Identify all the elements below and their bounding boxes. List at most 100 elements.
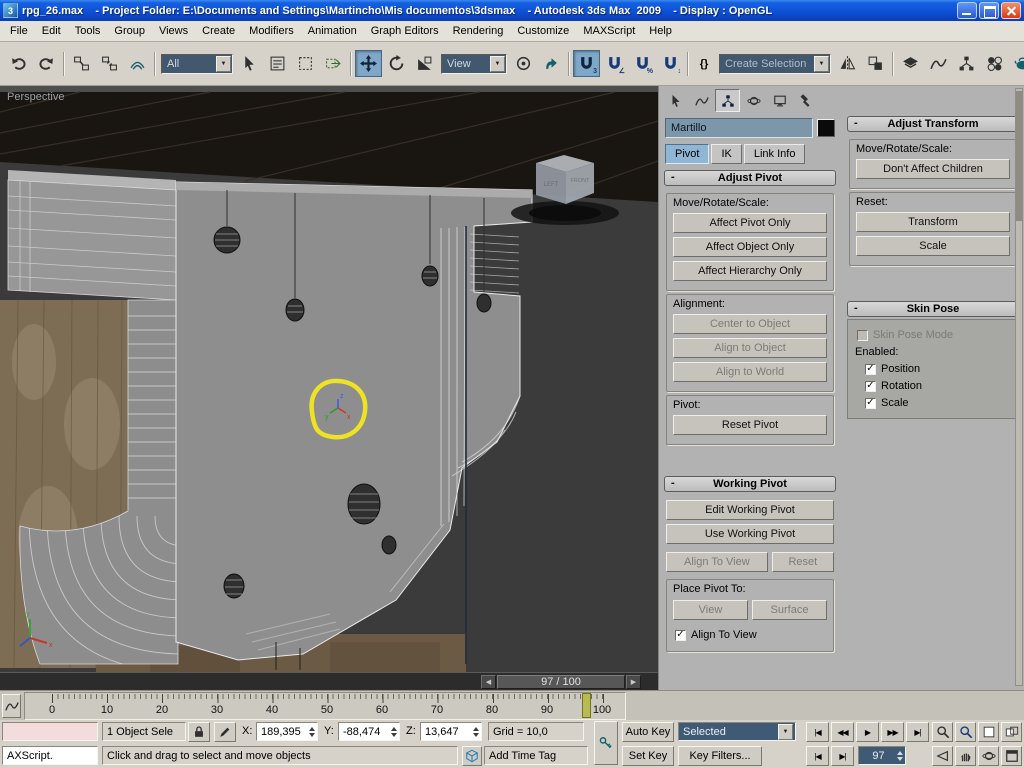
- motion-tab-icon[interactable]: [741, 89, 766, 112]
- render-setup-icon[interactable]: [1009, 50, 1024, 77]
- menu-views[interactable]: Views: [152, 23, 195, 39]
- z-coordinate-field[interactable]: 13,647: [420, 722, 482, 741]
- menu-graph-editors[interactable]: Graph Editors: [364, 23, 446, 39]
- undo-icon[interactable]: [5, 50, 32, 77]
- named-selection-set-combo[interactable]: Create Selection Set ▼: [719, 53, 831, 74]
- align-to-world-button[interactable]: Align to World: [673, 362, 827, 382]
- pan-icon[interactable]: [955, 746, 976, 766]
- macro-recorder-field[interactable]: [2, 722, 98, 741]
- use-pivot-point-center-icon[interactable]: [510, 50, 537, 77]
- reset-button[interactable]: Reset: [771, 552, 834, 572]
- y-coordinate-field[interactable]: -88,474: [338, 722, 400, 741]
- menu-group[interactable]: Group: [107, 23, 152, 39]
- edit-working-pivot-button[interactable]: Edit Working Pivot: [666, 500, 834, 520]
- select-by-name-icon[interactable]: [264, 50, 291, 77]
- open-mini-curve-editor-button[interactable]: [2, 694, 21, 718]
- display-tab-icon[interactable]: [767, 89, 792, 112]
- position-checkbox[interactable]: ✓: [865, 363, 876, 375]
- layer-manager-icon[interactable]: [897, 50, 924, 77]
- selection-filter-dropdown[interactable]: All ▼: [161, 53, 233, 74]
- zoom-all-icon[interactable]: [955, 722, 976, 742]
- menu-maxscript[interactable]: MAXScript: [576, 23, 642, 39]
- rectangular-selection-region-icon[interactable]: [292, 50, 319, 77]
- maximize-viewport-icon[interactable]: [1001, 746, 1022, 766]
- curve-editor-icon[interactable]: [925, 50, 952, 77]
- go-to-end-icon[interactable]: ▶|: [906, 722, 929, 742]
- go-to-start-icon[interactable]: |◀: [806, 722, 829, 742]
- frame-spinner[interactable]: [895, 748, 904, 763]
- absolute-offset-mode-icon[interactable]: [214, 722, 236, 742]
- menu-create[interactable]: Create: [195, 23, 242, 39]
- adjust-pivot-rollout-header[interactable]: - Adjust Pivot: [664, 170, 836, 186]
- menu-rendering[interactable]: Rendering: [446, 23, 511, 39]
- select-and-scale-icon[interactable]: [411, 50, 438, 77]
- x-coordinate-field[interactable]: 189,395: [256, 722, 318, 741]
- modify-tab-icon[interactable]: [689, 89, 714, 112]
- zoom-icon[interactable]: [932, 722, 953, 742]
- menu-edit[interactable]: Edit: [35, 23, 68, 39]
- field-of-view-icon[interactable]: [932, 746, 953, 766]
- viewport-label[interactable]: Perspective: [7, 91, 64, 103]
- auto-key-button[interactable]: Auto Key: [622, 722, 674, 742]
- affect-pivot-only-button[interactable]: Affect Pivot Only: [673, 213, 827, 233]
- x-spinner[interactable]: [307, 724, 316, 739]
- next-key-icon[interactable]: ▶|: [831, 746, 854, 766]
- hierarchy-tab-icon[interactable]: [715, 89, 740, 112]
- reset-transform-button[interactable]: Transform: [856, 212, 1010, 232]
- rotation-checkbox[interactable]: ✓: [865, 380, 876, 392]
- time-slider-thumb[interactable]: 97 / 100: [497, 674, 625, 689]
- menu-customize[interactable]: Customize: [510, 23, 576, 39]
- reference-coordsys-dropdown[interactable]: View ▼: [441, 53, 507, 74]
- time-tag-icon[interactable]: [462, 746, 482, 766]
- menu-modifiers[interactable]: Modifiers: [242, 23, 301, 39]
- menu-animation[interactable]: Animation: [301, 23, 364, 39]
- center-to-object-button[interactable]: Center to Object: [673, 314, 827, 334]
- create-tab-icon[interactable]: [663, 89, 688, 112]
- scale-checkbox[interactable]: ✓: [865, 397, 876, 409]
- affect-object-only-button[interactable]: Affect Object Only: [673, 237, 827, 257]
- selection-lock-icon[interactable]: [188, 722, 210, 742]
- key-mode-dropdown[interactable]: Selected ▼: [678, 722, 796, 741]
- zoom-extents-all-icon[interactable]: [1001, 722, 1022, 742]
- object-name-field[interactable]: Martillo: [665, 118, 813, 138]
- redo-icon[interactable]: [33, 50, 60, 77]
- add-time-tag-field[interactable]: Add Time Tag: [484, 746, 588, 765]
- utilities-tab-icon[interactable]: [793, 89, 818, 112]
- z-spinner[interactable]: [471, 724, 480, 739]
- snaps-toggle-icon[interactable]: 3: [573, 50, 600, 77]
- current-frame-field[interactable]: 97: [858, 746, 906, 765]
- affect-hierarchy-only-button[interactable]: Affect Hierarchy Only: [673, 261, 827, 281]
- next-frame-icon[interactable]: ▶▶: [881, 722, 904, 742]
- minimize-button[interactable]: [957, 2, 977, 19]
- chevron-down-icon[interactable]: ▼: [814, 55, 829, 72]
- adjust-transform-rollout-header[interactable]: - Adjust Transform: [847, 116, 1019, 132]
- align-to-view-button[interactable]: Align To View: [666, 552, 768, 572]
- select-and-manipulate-icon[interactable]: [538, 50, 565, 77]
- chevron-down-icon[interactable]: ▼: [778, 723, 793, 740]
- key-filters-button[interactable]: Key Filters...: [678, 746, 762, 766]
- skin-pose-mode-checkbox[interactable]: [857, 329, 868, 341]
- edit-named-selection-sets-icon[interactable]: {}: [692, 50, 716, 77]
- skin-pose-rollout-header[interactable]: - Skin Pose: [847, 301, 1019, 317]
- menu-help[interactable]: Help: [642, 23, 679, 39]
- zoom-extents-icon[interactable]: [978, 722, 999, 742]
- select-object-icon[interactable]: [236, 50, 263, 77]
- mirror-icon[interactable]: [834, 50, 861, 77]
- tab-link-info[interactable]: Link Info: [743, 144, 806, 164]
- scrollbar-thumb[interactable]: [1016, 91, 1022, 221]
- previous-frame-icon[interactable]: ◀◀: [831, 722, 854, 742]
- unlink-selection-icon[interactable]: [96, 50, 123, 77]
- play-icon[interactable]: ▶: [856, 722, 879, 742]
- dont-affect-children-button[interactable]: Don't Affect Children: [856, 159, 1010, 179]
- window-crossing-icon[interactable]: [320, 50, 347, 77]
- align-to-view-checkbox[interactable]: ✓: [675, 629, 686, 641]
- close-button[interactable]: [1001, 2, 1021, 19]
- set-key-button[interactable]: Set Key: [622, 746, 674, 766]
- bind-to-spacewarp-icon[interactable]: [124, 50, 151, 77]
- command-panel-scrollbar[interactable]: [1015, 88, 1023, 686]
- align-icon[interactable]: [862, 50, 889, 77]
- previous-key-icon[interactable]: |◀: [806, 746, 829, 766]
- current-frame-marker[interactable]: [582, 693, 591, 718]
- reset-scale-button[interactable]: Scale: [856, 236, 1010, 256]
- align-to-object-button[interactable]: Align to Object: [673, 338, 827, 358]
